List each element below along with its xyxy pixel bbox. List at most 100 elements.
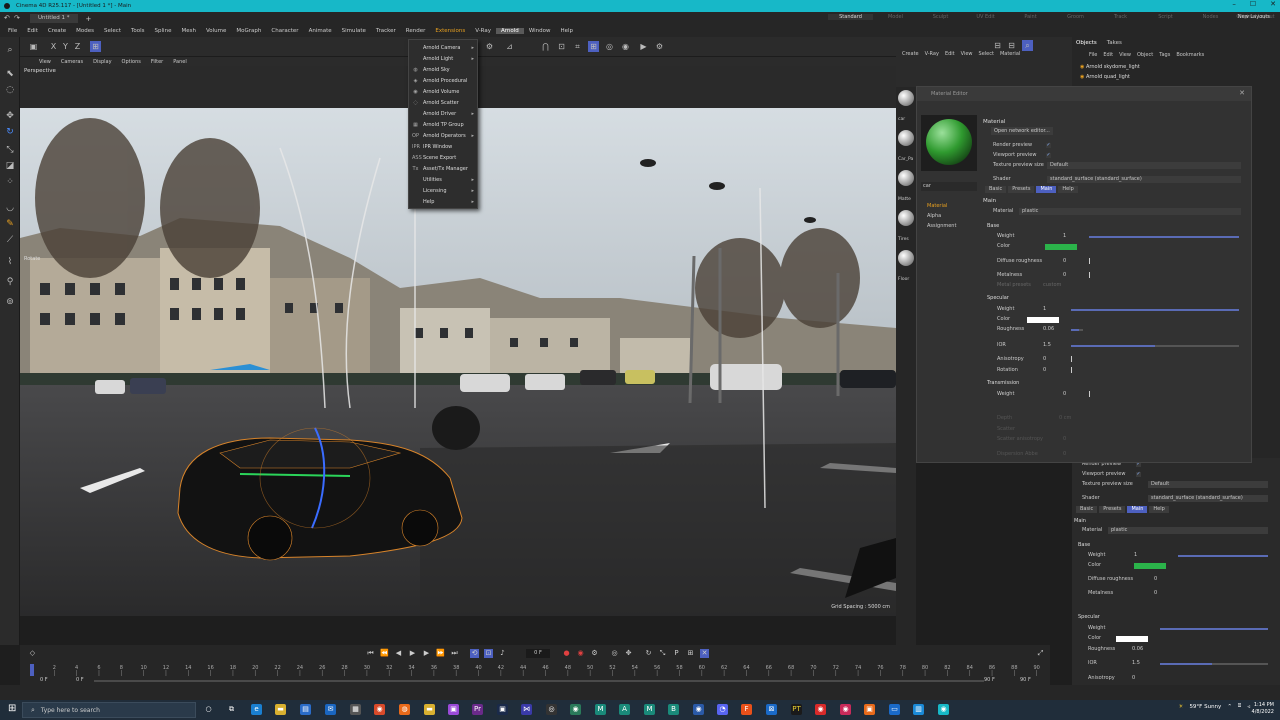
- om-menu-edit[interactable]: Edit: [1100, 52, 1116, 58]
- auto-key-button[interactable]: ◉: [576, 649, 585, 658]
- scale-icon[interactable]: ⤡: [5, 145, 15, 155]
- volume-icon[interactable]: ◃: [1247, 704, 1250, 710]
- key-rotation-icon[interactable]: ↻: [644, 649, 653, 658]
- key-mode-icon[interactable]: ⚙: [590, 649, 599, 658]
- om-menu-view[interactable]: View: [1116, 52, 1134, 58]
- key-selection-icon[interactable]: ◎: [610, 649, 619, 658]
- mm-menu-select[interactable]: Select: [979, 51, 994, 57]
- magnet-snap-icon[interactable]: ⋂: [540, 41, 551, 52]
- mm-menu-edit[interactable]: Edit: [945, 51, 955, 57]
- material-swatch-2[interactable]: [898, 170, 914, 186]
- snap-icon[interactable]: ⊚: [5, 297, 15, 307]
- material-swatch-1[interactable]: [898, 130, 914, 146]
- app-icon[interactable]: M: [644, 704, 655, 715]
- app-icon[interactable]: ◉: [693, 704, 704, 715]
- minimize-button[interactable]: –: [1232, 0, 1236, 8]
- app-icon[interactable]: PT: [791, 704, 802, 715]
- network-icon[interactable]: ⌸: [1238, 703, 1241, 710]
- y-axis-icon[interactable]: Y: [60, 41, 71, 52]
- anisotropy-slider[interactable]: [1071, 356, 1072, 362]
- arnold-menu-item[interactable]: Help ▸: [409, 197, 477, 208]
- menu-modes[interactable]: Modes: [71, 28, 99, 34]
- attr-roughness-value[interactable]: 0.06: [1132, 645, 1143, 654]
- open-network-editor-button[interactable]: Open network editor...: [991, 127, 1053, 135]
- move-icon[interactable]: ✥: [5, 111, 15, 121]
- base-color-swatch[interactable]: [1045, 244, 1077, 250]
- end-frame[interactable]: 90 F: [1020, 676, 1031, 685]
- undo-icon[interactable]: ↶: [4, 14, 10, 22]
- key-position-icon[interactable]: ✥: [624, 649, 633, 658]
- tex-size-select[interactable]: Default: [1047, 162, 1241, 169]
- menu-file[interactable]: File: [3, 28, 22, 34]
- folder-icon[interactable]: ▬: [424, 704, 435, 715]
- grid-icon[interactable]: ⌗: [572, 41, 583, 52]
- render-view-icon[interactable]: ⊿: [504, 41, 515, 52]
- rotation-value[interactable]: 0: [1043, 366, 1046, 375]
- discord-icon[interactable]: ◔: [717, 704, 728, 715]
- menu-extensions[interactable]: Extensions: [430, 28, 470, 34]
- close-icon[interactable]: ✕: [1239, 89, 1245, 97]
- arnold-menu-item[interactable]: ASS Scene Export: [409, 153, 477, 164]
- key-pla-icon[interactable]: ⊞: [686, 649, 695, 658]
- app-icon[interactable]: ◉: [840, 704, 851, 715]
- menu-tools[interactable]: Tools: [126, 28, 150, 34]
- next-key-button[interactable]: ⏩: [436, 649, 445, 658]
- lock-layout-icon[interactable]: ⊟: [992, 40, 1003, 51]
- world-axis-icon[interactable]: ⊞: [90, 41, 101, 52]
- chrome-icon[interactable]: ◉: [374, 704, 385, 715]
- menu-volume[interactable]: Volume: [201, 28, 231, 34]
- prev-frame-button[interactable]: ◀: [394, 649, 403, 658]
- prev-key-button[interactable]: ⏪: [380, 649, 389, 658]
- app-icon[interactable]: M: [595, 704, 606, 715]
- attr-tex-size-select[interactable]: Default: [1148, 481, 1268, 488]
- attr-ior-value[interactable]: 1.5: [1132, 659, 1140, 668]
- rotate-icon[interactable]: ↻: [5, 127, 15, 137]
- premiere-icon[interactable]: Pr: [472, 704, 483, 715]
- specular-section[interactable]: Specular: [987, 295, 1009, 301]
- start-frame[interactable]: 0 F: [40, 676, 48, 685]
- layout-track[interactable]: Track: [1098, 14, 1143, 20]
- spec-weight-slider[interactable]: [1071, 309, 1239, 311]
- attr-tab-presets[interactable]: Presets: [1099, 506, 1126, 513]
- search-icon[interactable]: ⌕: [5, 45, 15, 55]
- side-alpha[interactable]: Alpha: [927, 213, 941, 219]
- weight-value[interactable]: 1: [1063, 232, 1066, 241]
- layout-nodes[interactable]: Nodes: [1188, 14, 1233, 20]
- trans-weight-slider[interactable]: [1089, 391, 1090, 397]
- attr-specular-section[interactable]: Specular: [1078, 614, 1100, 620]
- render-preview-checkbox[interactable]: ✓: [1046, 143, 1051, 148]
- go-to-start-button[interactable]: ⏮: [366, 649, 375, 658]
- attr-ior-slider[interactable]: [1160, 663, 1268, 665]
- attr-shader-select[interactable]: standard_surface (standard_surface): [1148, 495, 1268, 502]
- app-icon[interactable]: ▣: [864, 704, 875, 715]
- attr-material-select[interactable]: plastic: [1108, 527, 1268, 534]
- render-icon[interactable]: ▶: [638, 41, 649, 52]
- key-scale-icon[interactable]: ⤡: [658, 649, 667, 658]
- arnold-menu-item[interactable]: Arnold Camera ▸: [409, 43, 477, 54]
- app-icon[interactable]: ⊠: [766, 704, 777, 715]
- menu-create[interactable]: Create: [43, 28, 71, 34]
- arnold-menu-item[interactable]: Tx Asset/Tx Manager: [409, 164, 477, 175]
- rotation-slider[interactable]: [1071, 367, 1072, 373]
- om-menu-object[interactable]: Object: [1134, 52, 1156, 58]
- tab-objects[interactable]: Objects: [1076, 40, 1097, 46]
- mm-menu-create[interactable]: Create: [902, 51, 919, 57]
- redo-icon[interactable]: ↷: [14, 14, 20, 22]
- attr-tab-basic[interactable]: Basic: [1076, 506, 1098, 513]
- ior-value[interactable]: 1.5: [1043, 341, 1051, 350]
- om-menu-tags[interactable]: Tags: [1156, 52, 1173, 58]
- cortana-icon[interactable]: ○: [203, 704, 214, 715]
- magnet-icon[interactable]: ◡: [5, 203, 15, 213]
- app-icon[interactable]: ▦: [350, 704, 361, 715]
- ior-slider[interactable]: [1071, 345, 1239, 347]
- new-layouts-button[interactable]: New Layouts: [1238, 14, 1270, 20]
- vp-menu-view[interactable]: View: [34, 59, 56, 65]
- app-icon[interactable]: B: [668, 704, 679, 715]
- keyframe-icon[interactable]: ◇: [28, 649, 37, 658]
- app-icon[interactable]: ◉: [570, 704, 581, 715]
- render-settings-icon[interactable]: ⚙: [654, 41, 665, 52]
- live-select-icon[interactable]: ◌: [5, 85, 15, 95]
- material-swatch-3[interactable]: [898, 210, 914, 226]
- menu-tracker[interactable]: Tracker: [371, 28, 401, 34]
- scatter-aniso-value[interactable]: 0: [1063, 435, 1066, 444]
